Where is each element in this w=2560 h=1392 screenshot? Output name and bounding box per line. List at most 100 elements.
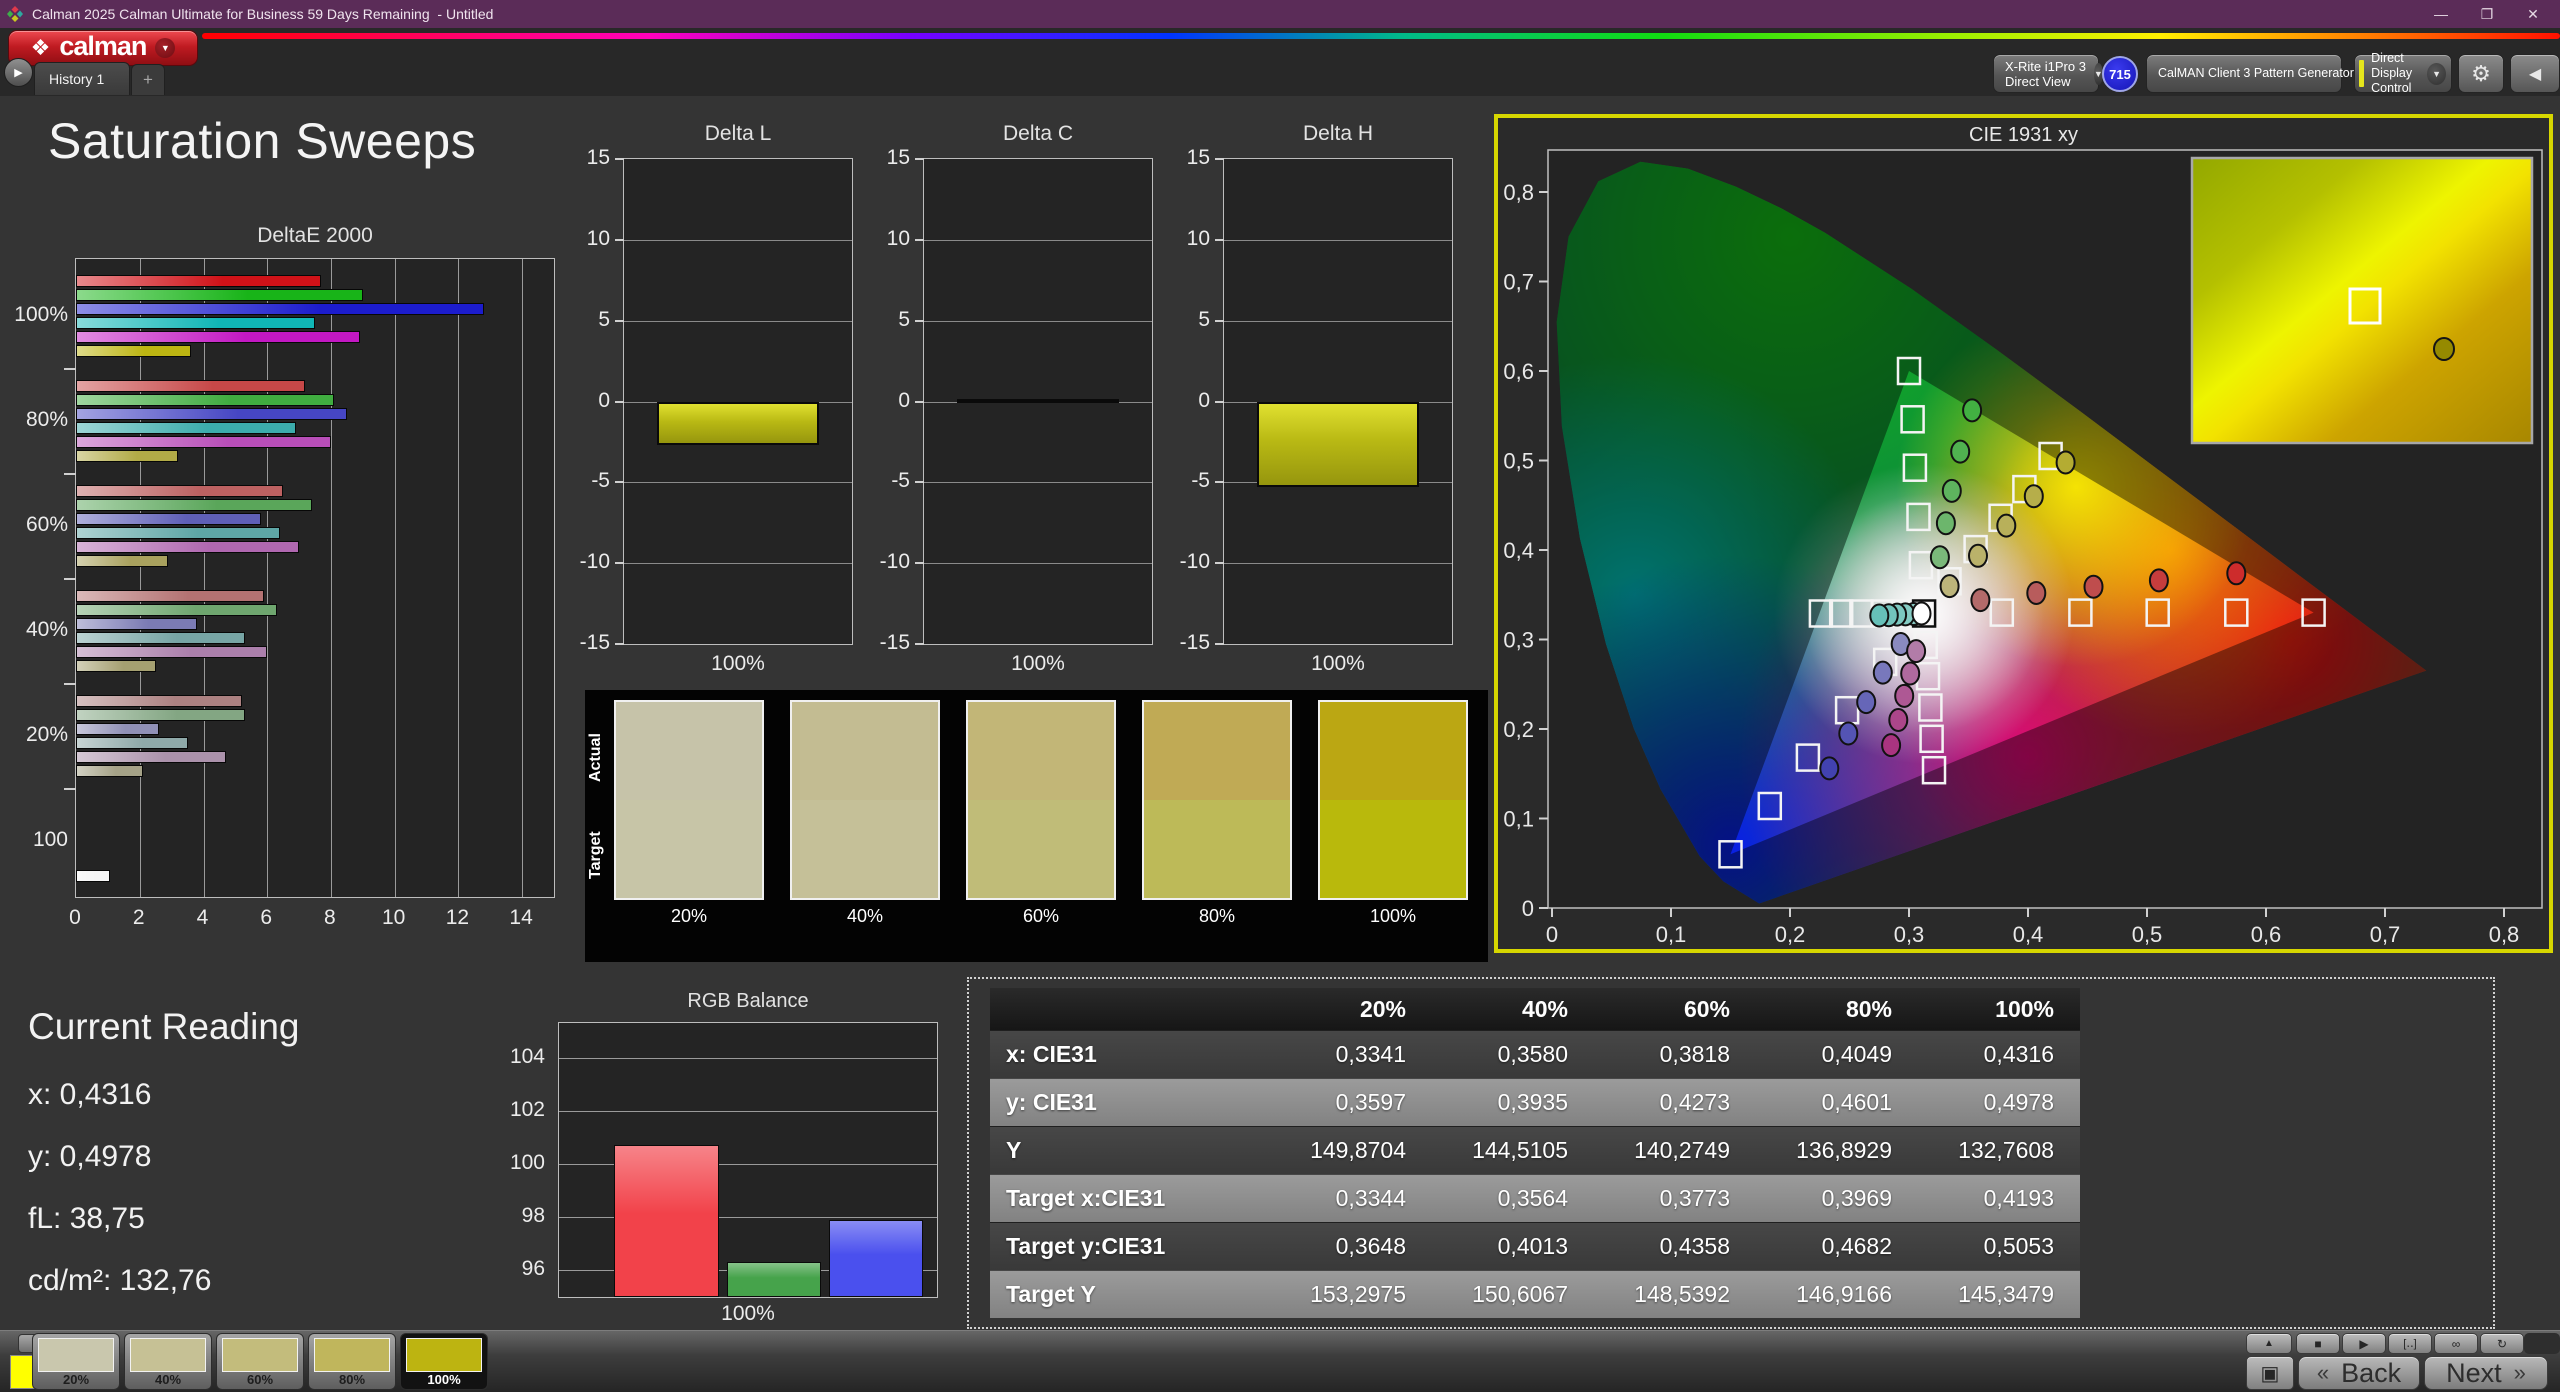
table-cell-value: 0,3341	[1270, 1030, 1432, 1078]
cie-x-tick: 0,3	[1894, 922, 1925, 947]
pattern-swatch-60[interactable]: 60%	[216, 1333, 304, 1390]
bottom-toolbar: ▲ 20%40%60%80%100% ■▶[‥]∞↻ ▲ ▣ « Back Ne…	[0, 1330, 2560, 1392]
y-tick-label: 0	[898, 388, 910, 412]
history-expander-button[interactable]: ▶	[4, 58, 33, 87]
x-tick-label: 12	[445, 906, 470, 929]
close-button[interactable]: ✕	[2510, 0, 2556, 28]
rgb-balance-x-label: 100%	[721, 1302, 775, 1325]
measured-point	[1881, 733, 1902, 758]
table-cell-value: 0,4316	[1918, 1030, 2080, 1078]
table-corner	[990, 988, 1270, 1030]
compare-swatch[interactable]	[790, 700, 940, 900]
y-tick-label: 98	[521, 1204, 545, 1228]
table-cell-value: 0,4682	[1756, 1222, 1918, 1270]
gridline	[394, 259, 396, 897]
source-dropdown[interactable]: CalMAN Client 3 Pattern Generator ▼	[2146, 54, 2371, 93]
deltae-bar	[76, 660, 156, 672]
table-row-label: Target y:CIE31	[990, 1222, 1270, 1270]
y-tick-label: 10	[1186, 226, 1210, 250]
window-title: Calman 2025 Calman Ultimate for Business…	[32, 6, 494, 22]
back-button[interactable]: « Back	[2298, 1356, 2420, 1390]
compare-swatch[interactable]	[614, 700, 764, 900]
deltae-chart-plot: 100% 80% 60% 40% 20% 100	[14, 258, 555, 898]
display-status-accent	[2359, 60, 2365, 87]
x-tick-label: 0	[69, 906, 81, 929]
y-tick	[915, 643, 924, 645]
y-tick-label: -15	[579, 631, 610, 654]
y-tick	[1215, 400, 1224, 403]
deltae-bar	[76, 331, 360, 343]
y-tick	[1215, 158, 1224, 160]
deltae-bar	[76, 618, 198, 630]
actual-swatch-color	[792, 702, 938, 800]
y-tick	[915, 238, 924, 241]
calman-menu-button[interactable]: ❖ calman ▼	[8, 30, 198, 66]
deltae-bar	[76, 303, 484, 315]
loop-infinite-icon: ∞	[2451, 1336, 2461, 1351]
stop-icon: ■	[2314, 1336, 2322, 1351]
pattern-swatch-40[interactable]: 40%	[124, 1333, 212, 1390]
table-cell-value: 144,5105	[1432, 1126, 1594, 1174]
table-cell-value: 0,4013	[1432, 1222, 1594, 1270]
y-tick-label: 5	[1198, 307, 1210, 331]
delta-x-label: 100%	[1311, 652, 1365, 675]
transport-refresh-button[interactable]: ↻	[2480, 1333, 2524, 1354]
pattern-swatch-20[interactable]: 20%	[32, 1333, 120, 1390]
display-control-dropdown[interactable]: Direct Display Control ▼	[2354, 51, 2452, 95]
table-cell-value: 140,2749	[1594, 1126, 1756, 1174]
transport-up-button[interactable]: ▲	[2246, 1333, 2292, 1354]
tab-history-1[interactable]: History 1	[34, 62, 130, 95]
transport-play-button[interactable]: ▶	[2342, 1333, 2386, 1354]
deltae-bar	[76, 555, 169, 567]
compare-swatch[interactable]	[966, 700, 1116, 900]
next-label: Next	[2446, 1357, 2502, 1388]
table-column-header: 80%	[1756, 988, 1918, 1030]
transport-loop-infinite-button[interactable]: ∞	[2434, 1333, 2478, 1354]
next-button[interactable]: Next »	[2424, 1356, 2548, 1390]
pattern-swatch-80[interactable]: 80%	[308, 1333, 396, 1390]
play-icon: ▶	[2359, 1336, 2369, 1351]
delta-x-label: 100%	[711, 652, 765, 675]
window-titlebar: Calman 2025 Calman Ultimate for Business…	[0, 0, 2560, 28]
actual-target-swatch-panel: Actual Target 20% 40% 60% 80% 100%	[585, 690, 1488, 962]
meter-count-badge[interactable]: 715	[2102, 56, 2138, 92]
pattern-swatch-label: 20%	[62, 1372, 90, 1387]
compare-swatch[interactable]	[1318, 700, 1468, 900]
gridline	[330, 259, 332, 897]
meter-dropdown[interactable]: X-Rite i1Pro 3 Direct View ▼	[1993, 54, 2103, 93]
actual-swatch-color	[616, 702, 762, 800]
current-reading-title: Current Reading	[28, 1006, 300, 1047]
transport-pattern-window-button[interactable]: [‥]	[2388, 1333, 2432, 1354]
delta-chart-plot: 15 10 5 0 -5 -10 -15	[580, 146, 853, 654]
hue-gradient-strip	[202, 33, 2560, 39]
y-tick-label: -5	[591, 469, 610, 493]
measured-point	[1962, 398, 1983, 423]
measured-point	[1968, 543, 1988, 568]
target-row-label: Target	[587, 831, 604, 880]
y-tick	[615, 562, 624, 565]
cie-y-tick: 0	[1522, 896, 1534, 921]
table-cell-value: 153,2975	[1270, 1270, 1432, 1318]
table-cell-value: 0,3773	[1594, 1174, 1756, 1222]
restore-button[interactable]: ❐	[2464, 0, 2510, 28]
deltae-bar	[76, 527, 280, 539]
table-cell-value: 0,3969	[1756, 1174, 1918, 1222]
table-column-header: 40%	[1432, 988, 1594, 1030]
plus-icon: +	[143, 70, 153, 89]
collapse-panel-button[interactable]: ◀	[2510, 54, 2560, 93]
y-tick	[915, 481, 924, 484]
stop-pattern-button[interactable]: ▣	[2246, 1356, 2294, 1390]
settings-gear-button[interactable]: ⚙	[2458, 54, 2504, 93]
gridline	[1224, 320, 1452, 322]
compare-swatch[interactable]	[1142, 700, 1292, 900]
pattern-swatch-100[interactable]: 100%	[400, 1333, 488, 1390]
cie-1931-panel[interactable]: CIE 1931 xy 0 0,1 0,2 0,3 0,4 0,5 0,6 0,…	[1494, 114, 2553, 953]
deltae-bar	[76, 513, 261, 525]
minimize-button[interactable]: —	[2418, 0, 2464, 28]
y-tick	[64, 788, 76, 790]
transport-stop-button[interactable]: ■	[2296, 1333, 2340, 1354]
actual-swatch-color	[968, 702, 1114, 800]
swatch-percent-label: 100%	[1369, 906, 1417, 926]
inset-measured-point	[2433, 337, 2455, 361]
tab-add-button[interactable]: +	[131, 64, 165, 95]
